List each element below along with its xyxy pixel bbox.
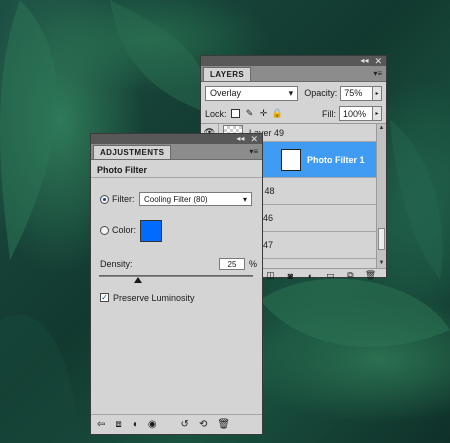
visibility-eye-icon[interactable]: ◉ <box>148 419 157 430</box>
return-arrow-icon[interactable]: ⇦ <box>97 419 105 430</box>
preserve-luminosity-checkbox[interactable]: ✓ <box>100 293 109 302</box>
scroll-up-icon[interactable]: ▲ <box>377 124 386 133</box>
expanded-view-icon[interactable]: ⧈ <box>115 419 121 430</box>
density-field[interactable]: 25 <box>219 258 245 270</box>
leaf-shape <box>390 120 443 280</box>
mask-icon[interactable]: ◙ <box>285 270 296 281</box>
tab-layers[interactable]: LAYERS <box>203 67 252 81</box>
close-icon[interactable]: ✕ <box>250 135 258 144</box>
panel-collapse-bar[interactable]: ◂◂ ✕ <box>201 56 386 66</box>
panel-collapse-bar[interactable]: ◂◂ ✕ <box>91 134 262 144</box>
fx-icon[interactable]: ◫ <box>265 270 276 281</box>
leaf-shape <box>0 0 58 260</box>
photo-filter-controls: Filter: Cooling Filter (80) ▾ Color: Den… <box>91 178 262 420</box>
lock-position-icon[interactable]: ✛ <box>259 108 269 119</box>
layer-mask-thumbnail <box>281 148 301 171</box>
density-slider-handle[interactable] <box>133 277 142 283</box>
layer-name: 46 <box>263 213 274 223</box>
color-swatch[interactable] <box>140 220 162 242</box>
color-radio[interactable] <box>100 226 109 235</box>
lock-fill-row: Lock: ✎ ✛ 🔒 Fill: 100% ▸ <box>201 104 386 124</box>
layer-scrollbar[interactable]: ▲ ▼ <box>376 124 386 268</box>
filter-select[interactable]: Cooling Filter (80) ▾ <box>139 192 252 206</box>
clip-layer-icon[interactable]: ◖ <box>132 419 138 430</box>
scroll-down-icon[interactable]: ▼ <box>377 259 386 268</box>
lock-transparent-pixels-icon[interactable] <box>231 109 241 119</box>
fill-slider-arrow-icon[interactable]: ▸ <box>373 106 382 121</box>
density-slider-track[interactable] <box>99 275 253 277</box>
density-label: Density: <box>100 259 133 269</box>
blend-mode-value: Overlay <box>210 88 242 98</box>
lock-all-icon[interactable]: 🔒 <box>272 108 283 119</box>
fill-field[interactable]: 100% <box>339 106 373 121</box>
opacity-field[interactable]: 75% <box>340 85 374 101</box>
trash-icon[interactable]: 🗑 <box>365 270 376 281</box>
leaf-shape <box>0 315 80 443</box>
fill-label: Fill: <box>322 108 336 119</box>
filter-value: Cooling Filter (80) <box>144 194 208 204</box>
adjustments-footer: ⇦ ⧈ ◖ ◉ ↺ ⟲ 🗑 <box>91 414 262 434</box>
adjustments-tab-row: ADJUSTMENTS ▾≡ <box>91 144 262 160</box>
lock-image-pixels-icon[interactable]: ✎ <box>245 108 255 119</box>
tab-adjustments[interactable]: ADJUSTMENTS <box>93 145 172 159</box>
adjustments-panel: ◂◂ ✕ ADJUSTMENTS ▾≡ Photo Filter Filter:… <box>90 133 263 435</box>
fill-control: Fill: 100% ▸ <box>316 106 382 121</box>
lock-label: Lock: <box>205 108 227 119</box>
collapse-arrows-icon[interactable]: ◂◂ <box>236 135 244 143</box>
previous-state-icon[interactable]: ↺ <box>181 419 189 430</box>
collapse-arrows-icon[interactable]: ◂◂ <box>360 57 368 65</box>
blend-opacity-row: Overlay ▾ Opacity: 75% ▸ <box>201 82 386 104</box>
trash-icon[interactable]: 🗑 <box>217 419 230 430</box>
layer-name: Photo Filter 1 <box>307 154 365 165</box>
leaf-shape <box>260 278 450 347</box>
preserve-luminosity-label: Preserve Luminosity <box>113 293 195 303</box>
panel-menu-icon[interactable]: ▾≡ <box>249 147 258 156</box>
panel-menu-icon[interactable]: ▾≡ <box>373 69 382 78</box>
reset-icon[interactable]: ⟲ <box>199 419 207 430</box>
opacity-label: Opacity: <box>304 88 338 98</box>
filter-label: Filter: <box>112 194 135 204</box>
blend-mode-select[interactable]: Overlay ▾ <box>205 85 299 101</box>
chevron-down-icon: ▾ <box>288 87 294 98</box>
leaf-shape <box>110 0 205 110</box>
filter-radio[interactable] <box>100 195 109 204</box>
adjustment-title: Photo Filter <box>91 160 262 178</box>
layers-tab-row: LAYERS ▾≡ <box>201 66 386 82</box>
adjustment-layer-icon[interactable]: ◐ <box>305 270 316 281</box>
opacity-slider-arrow-icon[interactable]: ▸ <box>373 85 382 101</box>
layer-name: 47 <box>263 240 274 250</box>
density-unit: % <box>249 259 258 269</box>
chevron-down-icon: ▾ <box>242 194 247 204</box>
scrollbar-thumb[interactable] <box>378 228 385 250</box>
new-layer-icon[interactable]: ⧉ <box>345 270 356 281</box>
color-label: Color: <box>112 225 137 235</box>
group-folder-icon[interactable]: ▭ <box>325 270 336 281</box>
close-icon[interactable]: ✕ <box>374 57 382 66</box>
